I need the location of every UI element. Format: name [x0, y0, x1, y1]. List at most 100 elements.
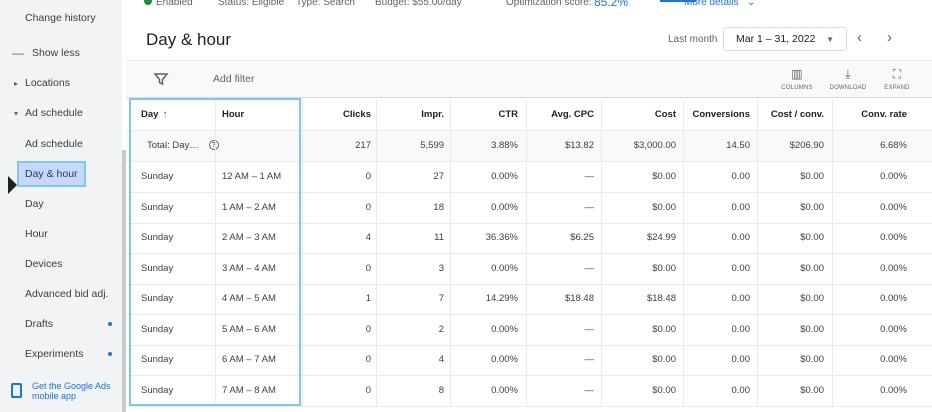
- download-icon: ⤓: [845, 67, 851, 81]
- sidebar-item-ad-schedule[interactable]: Ad schedule: [0, 129, 122, 159]
- cell-ctr: 0.00%: [491, 384, 518, 396]
- sidebar-item-change-history[interactable]: Change history: [0, 3, 122, 33]
- cell-conv: 0.00: [731, 323, 751, 335]
- mobile-app-promo[interactable]: Get the Google Ads mobile app: [0, 374, 122, 412]
- filter-toolbar: Add filter ▥ COLUMNS ⤓ DOWNLOAD ⛶ EXPAND: [126, 60, 932, 98]
- cell-day: Sunday: [141, 384, 174, 396]
- column-header-conv-rate[interactable]: Conv. rate: [836, 100, 907, 130]
- chevron-right-icon: ▸: [14, 78, 19, 88]
- column-header-clicks[interactable]: Clicks: [306, 100, 371, 130]
- new-indicator-dot: [108, 352, 112, 356]
- date-range-selector[interactable]: Mar 1 – 31, 2022 ▼: [723, 27, 847, 51]
- date-preset-label: Last month: [668, 34, 718, 45]
- table-header-row: Day ↑ Hour Clicks Impr. CTR Avg. CPC Cost…: [126, 100, 932, 131]
- budget-label: Budget: $55.00/day: [375, 0, 462, 8]
- cell-hour: 5 AM – 6 AM: [222, 323, 276, 335]
- cell-conv-rate: 0.00%: [880, 232, 907, 243]
- cell-cost-conv: $0.00: [800, 262, 824, 274]
- type-label: Type: Search: [296, 0, 355, 8]
- cell-conv: 0.00: [731, 232, 751, 243]
- cell-hour: 6 AM – 7 AM: [222, 354, 276, 365]
- cell-hour: 12 AM – 1 AM: [222, 171, 282, 182]
- minus-icon: —: [12, 46, 24, 60]
- column-header-cost[interactable]: Cost: [605, 100, 676, 130]
- cell-clicks: 1: [365, 293, 371, 304]
- cell-conv: 0.00: [731, 171, 751, 182]
- cell-conv-rate: 0.00%: [880, 323, 907, 335]
- cell-impr: 27: [433, 171, 444, 182]
- column-header-impr[interactable]: Impr.: [380, 100, 444, 130]
- cell-day: Sunday: [141, 323, 174, 335]
- cell-day: Sunday: [141, 232, 174, 243]
- cell-cost: $24.99: [646, 232, 676, 243]
- sidebar-item-hour[interactable]: Hour: [0, 219, 122, 249]
- total-impr: 5,599: [420, 140, 444, 151]
- sidebar-item-drafts[interactable]: Drafts: [0, 309, 122, 339]
- table-row: Sunday 2 AM – 3 AM 4 11 36.36% $6.25 $24.99 0.0…: [126, 223, 932, 254]
- column-header-day[interactable]: Day ↑: [141, 100, 167, 130]
- total-conversions: 14.50: [726, 140, 750, 151]
- chevron-right-icon[interactable]: ›: [887, 29, 892, 46]
- column-header-ctr[interactable]: CTR: [454, 100, 518, 130]
- download-label: DOWNLOAD: [829, 85, 867, 91]
- total-cost-conv: $206.90: [789, 140, 824, 151]
- cell-cost: $0.00: [652, 323, 676, 335]
- sidebar-item-label: Devices: [25, 258, 63, 270]
- expand-button[interactable]: ⛶ EXPAND: [872, 67, 922, 91]
- cell-cpc: $18.48: [564, 293, 594, 304]
- column-header-conversions[interactable]: Conversions: [687, 100, 750, 130]
- cell-cost-conv: $0.00: [800, 201, 824, 213]
- cell-cost: $0.00: [652, 384, 676, 396]
- total-label: Total: Day…?: [147, 131, 219, 161]
- cell-cost-conv: $0.00: [800, 384, 824, 396]
- cell-cpc: —: [584, 262, 595, 274]
- sidebar-item-day[interactable]: Day: [0, 189, 122, 219]
- sidebar-item-label: Change history: [25, 12, 96, 24]
- sidebar-group-ad-schedule[interactable]: ▾ Ad schedule: [0, 98, 122, 128]
- enabled-status-icon: [144, 0, 152, 5]
- cell-conv: 0.00: [731, 384, 751, 396]
- chevron-left-icon[interactable]: ‹: [857, 29, 862, 46]
- sidebar-item-advanced-bid[interactable]: Advanced bid adj.: [0, 279, 122, 309]
- cell-impr: 18: [433, 201, 444, 213]
- chevron-down-icon: ⌄: [747, 0, 756, 8]
- cell-clicks: 4: [365, 232, 371, 243]
- cell-clicks: 0: [365, 354, 371, 365]
- more-details-link[interactable]: More details: [684, 0, 738, 8]
- optimization-score: 85.2%: [594, 0, 629, 9]
- column-header-avg-cpc[interactable]: Avg. CPC: [530, 100, 594, 130]
- cell-cpc: —: [584, 323, 595, 335]
- cell-cpc: —: [584, 171, 595, 182]
- cell-ctr: 0.00%: [491, 171, 518, 182]
- cell-cpc: $6.25: [570, 232, 594, 243]
- cell-cost-conv: $0.00: [800, 171, 824, 182]
- cell-cost: $0.00: [652, 201, 676, 213]
- sidebar-item-devices[interactable]: Devices: [0, 249, 122, 279]
- column-header-hour[interactable]: Hour: [222, 100, 244, 130]
- cell-hour: 4 AM – 5 AM: [222, 293, 276, 304]
- total-cost: $3,000.00: [633, 140, 676, 151]
- sidebar-item-locations[interactable]: ▸ Locations: [0, 68, 122, 98]
- status-label: Status: Eligible: [218, 0, 285, 8]
- expand-label: EXPAND: [884, 85, 910, 91]
- columns-label: COLUMNS: [781, 85, 813, 91]
- cell-day: Sunday: [141, 293, 174, 304]
- cell-ctr: 36.36%: [485, 232, 518, 243]
- cell-impr: 3: [438, 262, 444, 274]
- column-header-cost-conv[interactable]: Cost / conv.: [761, 100, 824, 130]
- help-icon[interactable]: ?: [208, 140, 219, 151]
- columns-button[interactable]: ▥ COLUMNS: [772, 67, 822, 91]
- total-conv-rate: 6.68%: [880, 140, 907, 151]
- cell-clicks: 0: [365, 323, 371, 335]
- expand-icon: ⛶: [892, 67, 902, 81]
- cell-impr: 11: [434, 232, 444, 243]
- cell-conv-rate: 0.00%: [880, 171, 907, 182]
- sidebar-item-day-hour[interactable]: Day & hour: [17, 161, 86, 187]
- show-less-toggle[interactable]: — Show less: [0, 38, 122, 68]
- sidebar-item-experiments[interactable]: Experiments: [0, 339, 122, 369]
- add-filter-button[interactable]: Add filter: [213, 73, 254, 85]
- total-avg-cpc: $13.82: [564, 140, 594, 151]
- download-button[interactable]: ⤓ DOWNLOAD: [823, 67, 873, 91]
- cell-conv-rate: 0.00%: [880, 293, 907, 304]
- filter-icon[interactable]: [153, 71, 169, 87]
